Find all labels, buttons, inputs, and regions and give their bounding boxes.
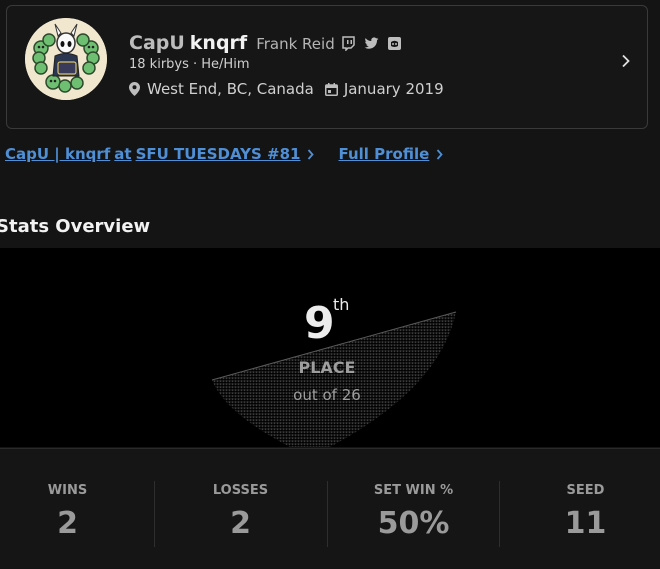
stat-set-win-percent: SET WIN % 50% [327,449,500,569]
joined-text: January 2019 [343,80,444,98]
location-row: West End, BC, Canada January 2019 [129,80,444,98]
full-profile-link[interactable]: Full Profile [338,145,444,163]
chevron-right-icon[interactable] [621,54,631,68]
discord-icon[interactable] [387,36,402,51]
entrant-at: at [114,145,132,163]
profile-card[interactable]: CapU knqrf Frank Reid 18 kirbys · He/Him… [6,5,648,129]
stat-value: 2 [230,506,251,541]
gamertag: knqrf [189,32,248,54]
stat-value: 11 [564,506,607,541]
sponsor-prefix: CapU [129,32,185,54]
location-text: West End, BC, Canada [147,80,314,98]
stat-wins: WINS 2 [0,449,154,569]
avatar [25,18,107,100]
stat-label: LOSSES [212,483,269,498]
stat-label: SEED [566,483,605,498]
placement-suffix: th [333,295,350,314]
chevron-right-icon [437,148,444,160]
placement-out-of: out of 26 [293,386,361,404]
twitch-icon[interactable] [341,36,356,52]
tournament-name: SFU TUESDAYS #81 [135,145,301,163]
joined-date: January 2019 [324,80,444,98]
stat-label: WINS [47,483,88,498]
placement-label: PLACE [298,358,356,377]
links-row: CapU | knqrf at SFU TUESDAYS #81 Full Pr… [5,145,444,163]
placement-panel: 9 th PLACE out of 26 [0,248,660,447]
name-row: CapU knqrf Frank Reid [129,32,402,54]
profile-meta: 18 kirbys · He/Him [129,57,250,72]
calendar-icon [324,82,338,96]
stats-row: WINS 2 LOSSES 2 SET WIN % 50% SEED 11 [0,448,660,568]
real-name: Frank Reid [256,35,335,53]
full-profile-label: Full Profile [338,145,430,163]
social-links [341,36,402,52]
event-entrant-link[interactable]: CapU | knqrf at SFU TUESDAYS #81 [5,145,315,163]
stat-label: SET WIN % [373,483,454,498]
chevron-right-icon [308,148,315,160]
placement-number: 9 [304,298,335,349]
stat-value: 50% [377,506,450,541]
stat-seed: SEED 11 [499,449,660,569]
entrant-name: CapU | knqrf [5,145,111,163]
stat-losses: LOSSES 2 [154,449,327,569]
map-pin-icon [129,82,140,96]
section-title: Stats Overview [0,216,151,237]
twitter-icon[interactable] [364,36,379,51]
stat-value: 2 [57,506,78,541]
